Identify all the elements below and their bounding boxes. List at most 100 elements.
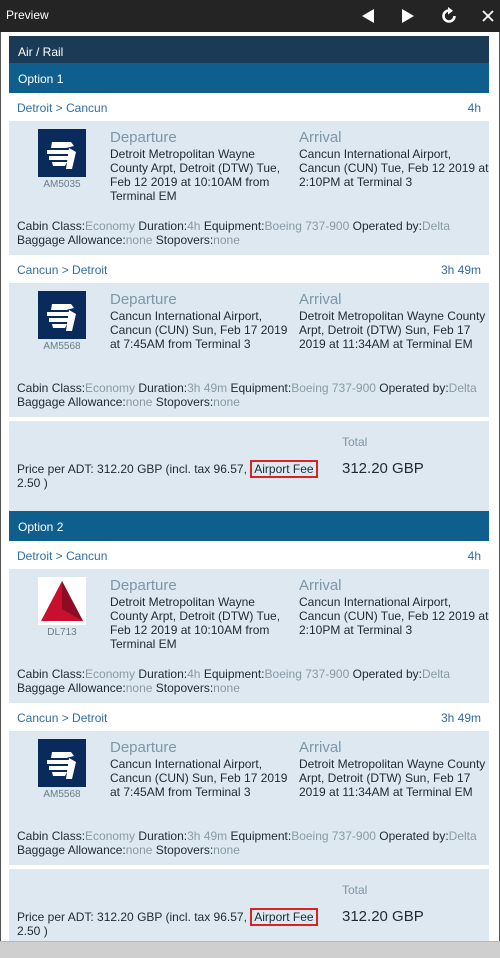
close-button[interactable]: [478, 4, 498, 28]
leg-route-row[interactable]: Detroit > Cancun 4h: [9, 93, 489, 121]
price-per-adult: Price per ADT: 312.20 GBP (incl. tax 96.…: [17, 460, 337, 490]
baggage-value: none: [125, 681, 153, 695]
operated-by-value: Delta: [421, 667, 450, 681]
departure-heading: Departure: [110, 129, 177, 146]
duration-value: 3h 49m: [187, 381, 228, 395]
departure-heading: Departure: [110, 577, 177, 594]
leg-route-row[interactable]: Cancun > Detroit 3h 49m: [9, 255, 489, 283]
airport-fee-highlight: Airport Fee: [250, 460, 318, 478]
equipment-label: Equipment:: [203, 219, 265, 233]
flight-leg: Cancun > Detroit 3h 49m AM5568 Departure…: [9, 255, 489, 417]
equipment-value: Boeing 737-900: [264, 667, 350, 681]
departure-column: Departure Detroit Metropolitan Wayne Cou…: [110, 577, 290, 651]
options-list: Option 1 Detroit > Cancun 4h AM5035 Depa…: [9, 63, 489, 958]
flight-attributes: Cabin Class:Economy Duration:4h Equipmen…: [17, 219, 481, 247]
airline-logo-wrap: AM5568: [37, 291, 87, 352]
refresh-button[interactable]: [437, 4, 461, 28]
stopovers-value: none: [213, 395, 240, 409]
arrival-heading: Arrival: [299, 291, 342, 308]
total-label: Total: [342, 883, 368, 897]
departure-details: Detroit Metropolitan Wayne County Arpt, …: [110, 147, 281, 203]
departure-details: Cancun International Airport, Cancun (CU…: [110, 309, 288, 351]
airline-logo-wrap: DL713: [37, 577, 87, 638]
leg-details-card: AM5035 Departure Detroit Metropolitan Wa…: [9, 121, 489, 255]
leg-route: Detroit > Cancun: [17, 549, 108, 563]
duration-value: 3h 49m: [187, 829, 228, 843]
airport-fee-highlight: Airport Fee: [250, 908, 318, 926]
aeromexico-logo: [37, 129, 87, 177]
duration-label: Duration:: [138, 219, 188, 233]
arrival-column: Arrival Detroit Metropolitan Wayne Count…: [299, 291, 489, 351]
cabin-class-label: Cabin Class:: [17, 829, 86, 843]
forward-button[interactable]: [396, 4, 420, 28]
baggage-label: Baggage Allowance:: [17, 843, 126, 857]
refresh-icon: [442, 7, 456, 23]
leg-route: Cancun > Detroit: [17, 711, 108, 725]
section-header-air-rail: Air / Rail: [9, 36, 489, 63]
stopovers-label: Stopovers:: [155, 233, 214, 247]
equipment-label: Equipment:: [230, 381, 292, 395]
duration-label: Duration:: [138, 667, 188, 681]
stopovers-label: Stopovers:: [155, 843, 214, 857]
equipment-label: Equipment:: [230, 829, 292, 843]
flight-attributes: Cabin Class:Economy Duration:3h 49m Equi…: [17, 829, 481, 857]
flight-attributes: Cabin Class:Economy Duration:3h 49m Equi…: [17, 381, 481, 409]
operated-by-value: Delta: [448, 381, 477, 395]
operated-by-value: Delta: [448, 829, 477, 843]
price-text-before: Price per ADT: 312.20 GBP (incl. tax 96.…: [17, 910, 251, 924]
total-value: 312.20 GBP: [342, 908, 424, 925]
back-button[interactable]: [356, 4, 380, 28]
triangle-right-icon: [402, 9, 414, 23]
arrival-details: Detroit Metropolitan Wayne County Arpt, …: [299, 757, 486, 799]
triangle-left-icon: [362, 9, 374, 23]
operated-by-label: Operated by:: [352, 667, 422, 681]
arrival-details: Cancun International Airport, Cancun (CU…: [299, 147, 489, 189]
leg-duration: 3h 49m: [440, 711, 481, 725]
duration-label: Duration:: [138, 829, 188, 843]
leg-duration: 3h 49m: [440, 263, 481, 277]
flight-leg: Detroit > Cancun 4h AM5035 Departure Det…: [9, 93, 489, 255]
leg-route-row[interactable]: Cancun > Detroit 3h 49m: [9, 703, 489, 731]
leg-duration: 4h: [467, 549, 481, 563]
itinerary-content: Air / Rail Option 1 Detroit > Cancun 4h …: [9, 36, 489, 958]
cabin-class-label: Cabin Class:: [17, 219, 86, 233]
leg-route: Detroit > Cancun: [17, 101, 108, 115]
total-label: Total: [342, 435, 368, 449]
equipment-label: Equipment:: [203, 667, 265, 681]
departure-column: Departure Cancun International Airport, …: [110, 291, 290, 351]
cabin-class-value: Economy: [85, 667, 136, 681]
leg-details-card: AM5568 Departure Cancun International Ai…: [9, 731, 489, 865]
baggage-value: none: [125, 843, 153, 857]
aeromexico-logo: [37, 739, 87, 787]
option-header: Option 2: [9, 511, 489, 541]
stopovers-label: Stopovers:: [155, 681, 214, 695]
arrival-column: Arrival Cancun International Airport, Ca…: [299, 577, 489, 637]
flight-number: DL713: [47, 627, 77, 638]
airline-logo-wrap: AM5035: [37, 129, 87, 190]
option-2: Option 2 Detroit > Cancun 4h DL713 Depar…: [9, 511, 489, 958]
arrival-heading: Arrival: [299, 129, 342, 146]
horizontal-scrollbar[interactable]: [0, 941, 500, 958]
leg-route-row[interactable]: Detroit > Cancun 4h: [9, 541, 489, 569]
leg-details-card: DL713 Departure Detroit Metropolitan Way…: [9, 569, 489, 703]
duration-value: 4h: [187, 667, 201, 681]
baggage-label: Baggage Allowance:: [17, 395, 126, 409]
close-icon: [482, 10, 494, 22]
operated-by-value: Delta: [421, 219, 450, 233]
baggage-label: Baggage Allowance:: [17, 681, 126, 695]
total-value: 312.20 GBP: [342, 460, 424, 477]
window-title: Preview: [6, 8, 49, 22]
equipment-value: Boeing 737-900: [291, 381, 376, 395]
cabin-class-label: Cabin Class:: [17, 381, 86, 395]
operated-by-label: Operated by:: [379, 381, 449, 395]
stopovers-label: Stopovers:: [155, 395, 214, 409]
legs-list: Detroit > Cancun 4h AM5035 Departure Det…: [9, 93, 489, 417]
arrival-details: Cancun International Airport, Cancun (CU…: [299, 595, 489, 637]
flight-leg: Cancun > Detroit 3h 49m AM5568 Departure…: [9, 703, 489, 865]
flight-number: AM5035: [43, 179, 81, 190]
duration-value: 4h: [187, 219, 201, 233]
delta-logo: [37, 577, 87, 625]
departure-heading: Departure: [110, 739, 177, 756]
price-block: Total Price per ADT: 312.20 GBP (incl. t…: [9, 421, 489, 511]
leg-details-card: AM5568 Departure Cancun International Ai…: [9, 283, 489, 417]
